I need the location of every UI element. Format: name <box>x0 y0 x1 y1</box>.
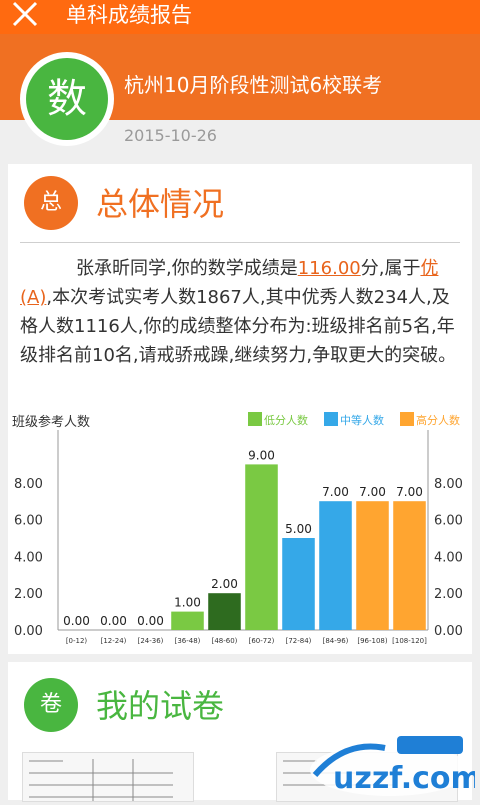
legend-swatch <box>324 412 338 426</box>
bar-value-label: 0.00 <box>137 614 164 628</box>
x-tick-label: [96-108) <box>357 637 388 645</box>
x-tick-label: [0-12) <box>66 637 88 645</box>
summary-text: 张承昕同学,你的数学成绩是116.00分,属于优(A),本次考试实考人数1867… <box>20 254 458 370</box>
x-tick-label: [48-60) <box>212 637 238 645</box>
exam-name: 杭州10月阶段性测试6校联考 <box>124 73 383 97</box>
bar-value-label: 7.00 <box>359 485 386 499</box>
paper-thumbnail[interactable] <box>22 752 194 802</box>
bar <box>393 501 426 630</box>
title-bar: 单科成绩报告 <box>0 0 480 34</box>
x-tick-label: [36-48) <box>175 637 201 645</box>
x-tick-label: [108-120] <box>392 637 427 645</box>
y-tick-label-right: 0.00 <box>434 624 463 639</box>
x-tick-label: [84-96) <box>323 637 349 645</box>
subject-char: 数 <box>26 58 108 140</box>
legend-swatch <box>400 412 414 426</box>
subject-avatar: 数 <box>20 52 114 146</box>
y-tick-label-right: 4.00 <box>434 550 463 565</box>
score-suffix: 分,属于 <box>360 258 421 279</box>
bar-value-label: 5.00 <box>285 522 312 536</box>
x-tick-label: [12-24) <box>101 637 127 645</box>
overview-card: 总 总体情况 张承昕同学,你的数学成绩是116.00分,属于优(A),本次考试实… <box>8 164 472 654</box>
x-tick-label: [24-36) <box>138 637 164 645</box>
bar <box>282 538 315 630</box>
bar <box>356 501 389 630</box>
paper-title[interactable]: 我的试卷 <box>96 686 224 726</box>
legend-swatch <box>248 412 262 426</box>
overview-badge: 总 <box>24 176 78 230</box>
legend-label: 低分人数 <box>264 414 308 427</box>
chart-svg: 班级参考人数 低分人数 中等人数 高分人数 0.00 0.00 2.00 2.00 4.00… <box>12 412 463 645</box>
close-icon[interactable] <box>8 0 42 30</box>
bar <box>245 464 278 630</box>
bar-value-label: 0.00 <box>63 614 90 628</box>
y-tick-label-left: 6.00 <box>14 514 43 529</box>
page-title: 单科成绩报告 <box>66 3 192 27</box>
y-tick-label-left: 8.00 <box>14 477 43 492</box>
y-tick-label-left: 0.00 <box>14 624 43 639</box>
site-watermark-logo: uzzf.com <box>310 736 475 796</box>
y-tick-label-right: 6.00 <box>434 514 463 529</box>
summary-intro: 张承昕同学,你的数学成绩是 <box>76 258 298 279</box>
legend-label: 高分人数 <box>416 413 460 427</box>
divider <box>20 242 460 243</box>
bar-value-label: 2.00 <box>211 577 238 591</box>
y-tick-label-left: 2.00 <box>14 587 43 602</box>
legend-label: 中等人数 <box>340 413 384 427</box>
y-tick-label-right: 2.00 <box>434 587 463 602</box>
bar <box>171 611 204 630</box>
y-tick-label-right: 8.00 <box>434 477 463 492</box>
chart-title: 班级参考人数 <box>12 414 90 430</box>
bar-value-label: 0.00 <box>100 614 127 628</box>
y-tick-label-left: 4.00 <box>14 550 43 565</box>
bar-value-label: 1.00 <box>174 596 201 610</box>
bar <box>319 501 352 630</box>
summary-rest: ,本次考试实考人数1867人,其中优秀人数234人,及格人数1116人,你的成绩… <box>20 287 457 366</box>
bar-value-label: 7.00 <box>396 485 423 499</box>
bar <box>208 593 241 630</box>
bar-value-label: 7.00 <box>322 485 349 499</box>
paper-lines <box>29 759 173 801</box>
exam-date: 2015-10-26 <box>124 126 217 145</box>
bar-value-label: 9.00 <box>248 448 275 462</box>
score-distribution-chart: 班级参考人数 低分人数 中等人数 高分人数 0.00 0.00 2.00 2.00 4.00… <box>8 400 472 654</box>
x-tick-label: [60-72) <box>249 637 275 645</box>
overview-title: 总体情况 <box>96 185 225 223</box>
x-tick-label: [72-84) <box>286 637 312 645</box>
paper-badge: 卷 <box>24 678 78 732</box>
chart-legend: 低分人数 中等人数 高分人数 <box>248 412 460 427</box>
svg-text:uzzf.com: uzzf.com <box>333 761 475 796</box>
chart-bars: 0.00 [0-12) 0.00 [12-24) 0.00 [24-36) 1.00 [36-… <box>63 448 427 645</box>
score-link[interactable]: 116.00 <box>298 258 361 279</box>
